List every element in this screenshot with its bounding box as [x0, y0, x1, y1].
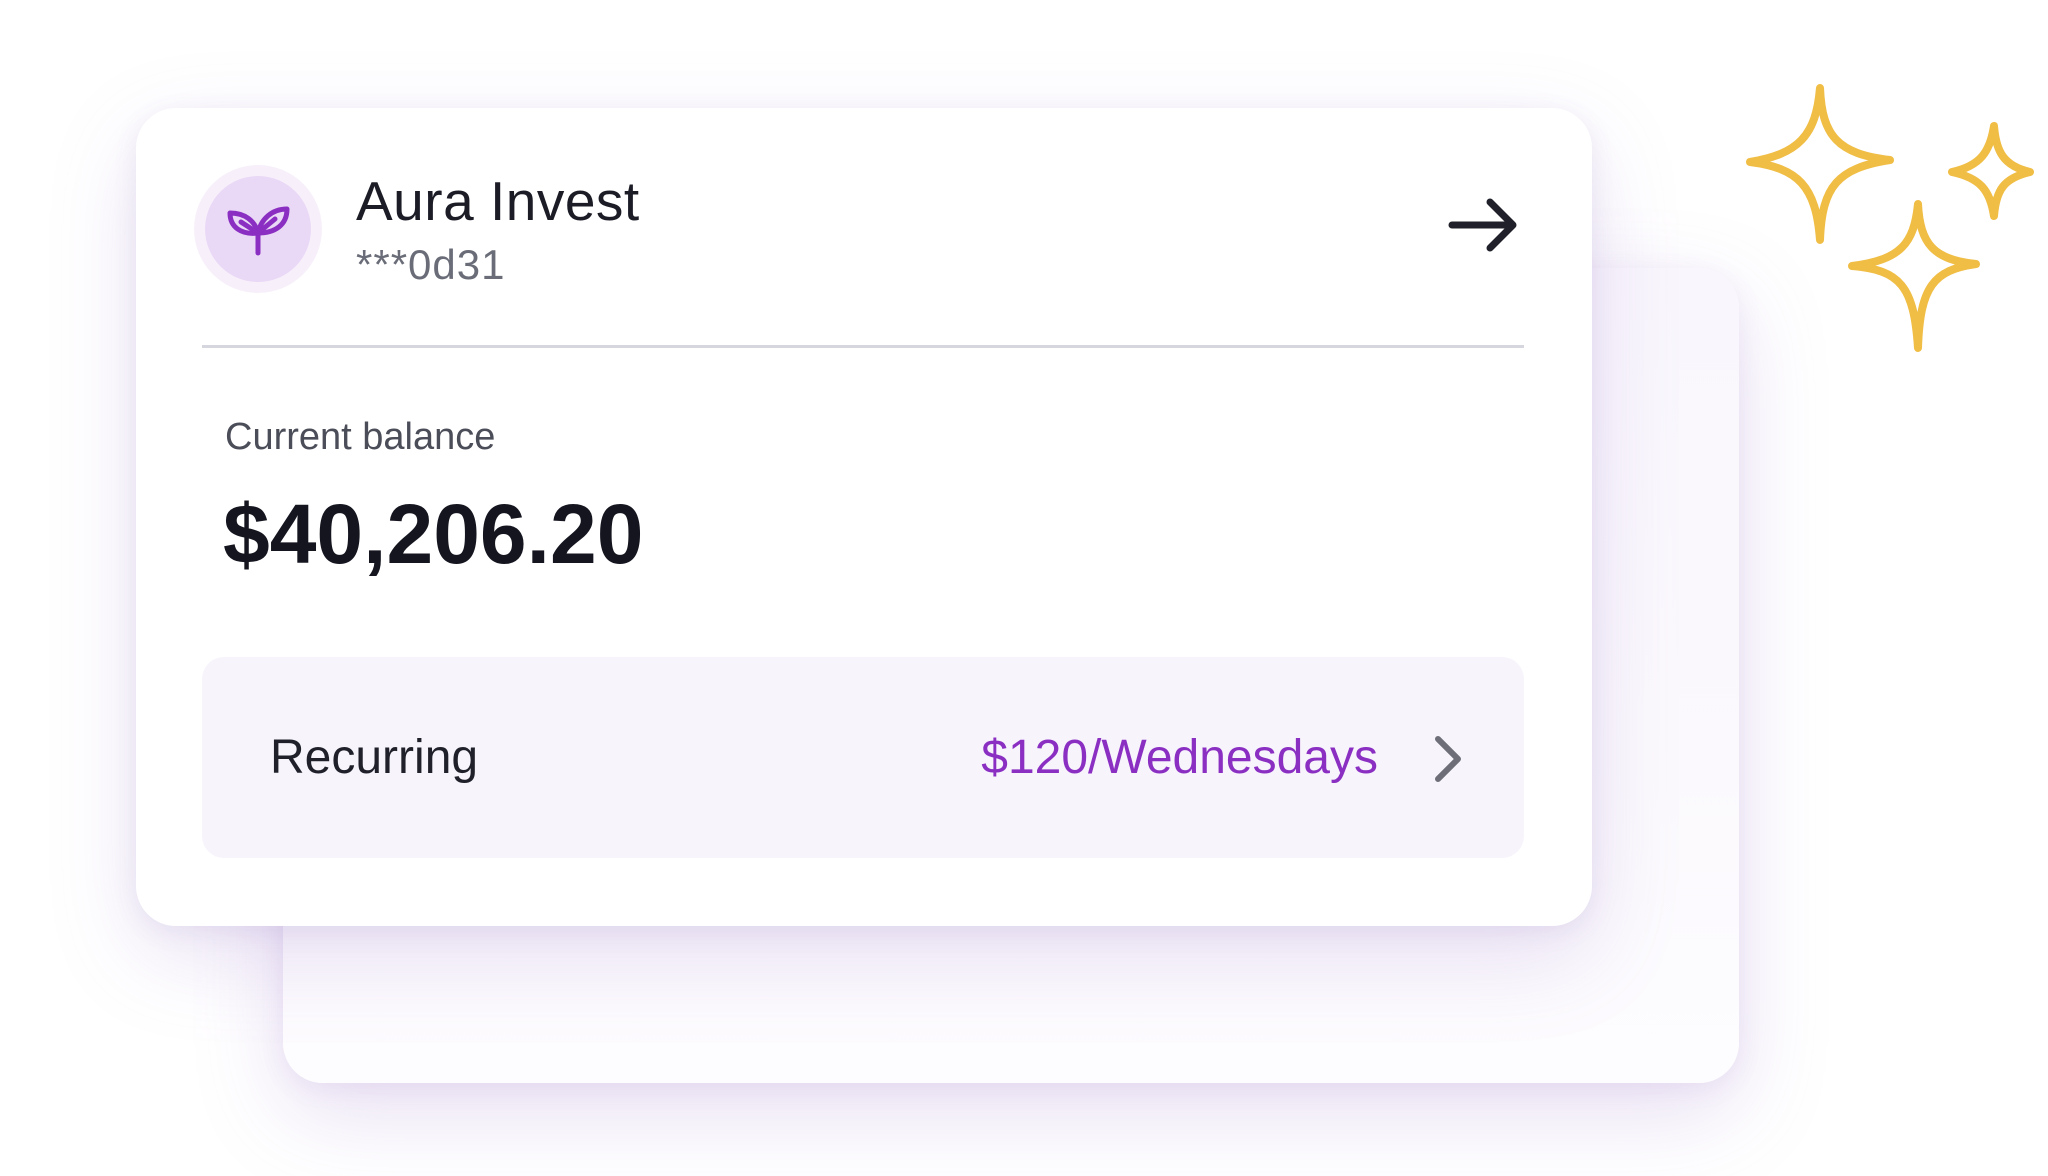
- sparkles-decoration: [1746, 84, 2034, 352]
- avatar-inner-circle: [205, 176, 311, 282]
- recurring-row[interactable]: Recurring $120/Wednesdays: [202, 657, 1524, 858]
- header-divider: [202, 345, 1524, 348]
- recurring-value: $120/Wednesdays: [981, 731, 1378, 784]
- recurring-label: Recurring: [270, 731, 479, 784]
- chevron-right-icon: [1435, 736, 1461, 782]
- sparkle-small: [1948, 122, 2034, 220]
- balance-label: Current balance: [225, 416, 496, 458]
- balance-value: $40,206.20: [223, 487, 644, 581]
- account-avatar: [194, 165, 322, 293]
- account-name: Aura Invest: [356, 170, 640, 232]
- account-card: Aura Invest ***0d31 Current balance $40,…: [136, 108, 1592, 926]
- sparkle-medium: [1848, 200, 1980, 352]
- open-account-button[interactable]: [1438, 180, 1528, 270]
- account-number: ***0d31: [356, 241, 506, 288]
- sparkle-large: [1746, 84, 1894, 244]
- illustration-stage: Aura Invest ***0d31 Current balance $40,…: [0, 0, 2048, 1176]
- sprout-icon: [227, 206, 290, 256]
- arrow-right-icon: [1448, 198, 1517, 252]
